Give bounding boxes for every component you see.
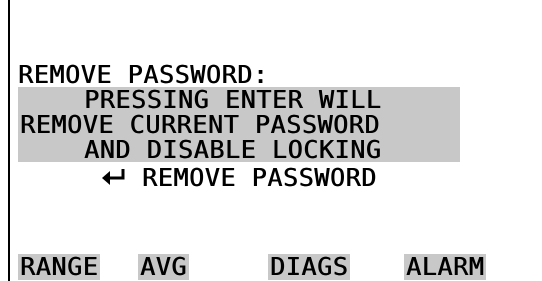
lcd-display: REMOVE PASSWORD: PRESSING ENTER WILL REM… [18,58,534,280]
softkey-bar: RANGE AVG DIAGS ALARM [18,254,534,280]
message-line-3: AND DISABLE LOCKING [84,135,382,164]
range-softkey[interactable]: RANGE [18,254,101,280]
diags-softkey[interactable]: DIAGS [268,254,351,280]
alarm-softkey[interactable]: ALARM [404,254,487,280]
avg-softkey[interactable]: AVG [138,254,189,280]
enter-arrow-icon [100,167,128,189]
remove-password-label: REMOVE PASSWORD [142,163,377,192]
screen-title: REMOVE PASSWORD: [18,60,269,89]
message-line-1: PRESSING ENTER WILL [84,85,382,114]
left-divider [8,0,10,281]
message-line-2: REMOVE CURRENT PASSWORD [20,110,380,139]
